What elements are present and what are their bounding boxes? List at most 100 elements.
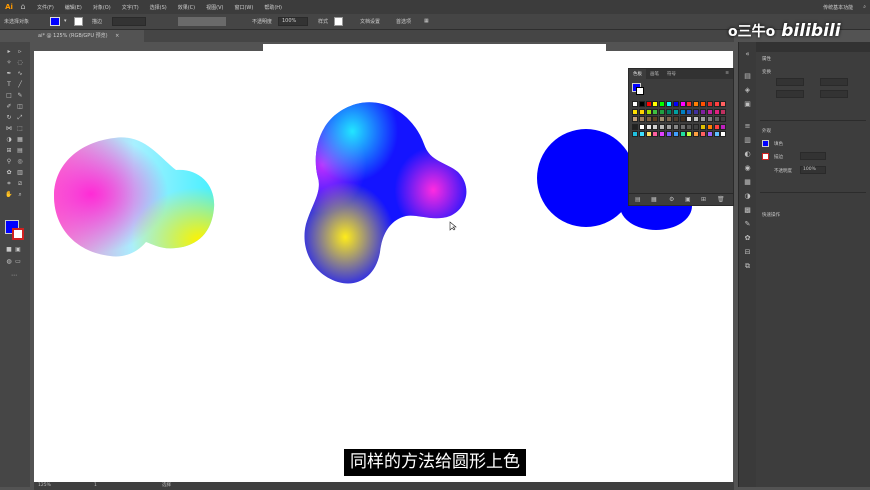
- swatch-cell[interactable]: [706, 108, 713, 115]
- tab-swatches[interactable]: 色板: [629, 69, 646, 79]
- tab-brushes[interactable]: 画笔: [646, 69, 663, 79]
- swatch-cell[interactable]: [645, 131, 652, 138]
- properties-icon[interactable]: ▤: [743, 72, 752, 81]
- shape-builder-icon[interactable]: ◑: [5, 136, 13, 143]
- swatch-cell[interactable]: [679, 101, 686, 107]
- menu-select[interactable]: 选择(S): [150, 4, 167, 11]
- swatch-cell[interactable]: [645, 116, 652, 123]
- swatch-cell[interactable]: [679, 116, 686, 123]
- show-kinds-icon[interactable]: ▦: [651, 196, 657, 203]
- swatch-cell[interactable]: [706, 101, 713, 107]
- swatch-cell[interactable]: [713, 131, 720, 138]
- menu-file[interactable]: 文件(F): [37, 4, 54, 11]
- swatch-cell[interactable]: [672, 123, 679, 130]
- swatch-cell[interactable]: [652, 108, 659, 115]
- workspace-switcher[interactable]: 传统基本功能: [823, 4, 853, 11]
- chevron-down-icon[interactable]: ▾: [64, 18, 67, 24]
- swatch-cell[interactable]: [659, 101, 666, 107]
- zoom-level[interactable]: 125%: [38, 482, 51, 490]
- swatch-cell[interactable]: [713, 108, 720, 115]
- appearance-icon[interactable]: ◉: [743, 164, 752, 173]
- align-icon[interactable]: ⊟: [743, 248, 752, 257]
- height-field[interactable]: [820, 90, 848, 98]
- swatch-cell[interactable]: [659, 116, 666, 123]
- width-tool-icon[interactable]: ⋈: [5, 125, 13, 132]
- zoom-tool-icon[interactable]: ⌕: [16, 191, 24, 198]
- perspective-grid-icon[interactable]: ▦: [16, 136, 24, 143]
- lasso-icon[interactable]: ◌: [16, 59, 24, 66]
- library-icon[interactable]: ▤: [635, 196, 641, 203]
- gradient-tool-icon[interactable]: ▤: [16, 147, 24, 154]
- libraries-icon[interactable]: ▣: [743, 100, 752, 109]
- swatch-cell[interactable]: [700, 123, 706, 130]
- swatch-cell[interactable]: [638, 101, 645, 107]
- stroke-swatch[interactable]: [74, 17, 83, 26]
- artboard-tool-icon[interactable]: ⌗: [5, 180, 13, 187]
- home-icon[interactable]: ⌂: [17, 1, 29, 13]
- blend-tool-icon[interactable]: ◎: [16, 158, 24, 165]
- props-stroke-swatch[interactable]: [762, 153, 769, 160]
- stroke-weight-field[interactable]: [112, 17, 146, 26]
- magic-wand-icon[interactable]: ✧: [5, 59, 13, 66]
- swatch-cell[interactable]: [652, 116, 659, 123]
- variable-width-profile[interactable]: [178, 17, 226, 26]
- width-field[interactable]: [820, 78, 848, 86]
- swatch-cell[interactable]: [659, 108, 666, 115]
- layers-icon[interactable]: ◈: [743, 86, 752, 95]
- new-swatch-icon[interactable]: ⊞: [701, 196, 706, 203]
- shaper-tool-icon[interactable]: ✐: [5, 103, 13, 110]
- screen-mode-icon[interactable]: ▭: [14, 258, 22, 265]
- eyedropper-icon[interactable]: ⚲: [5, 158, 13, 165]
- swatch-cell[interactable]: [700, 131, 706, 138]
- menu-window[interactable]: 窗口(W): [234, 4, 253, 11]
- graph-tool-icon[interactable]: ▥: [16, 169, 24, 176]
- brushes-icon[interactable]: ✎: [743, 220, 752, 229]
- slice-tool-icon[interactable]: ⧄: [16, 180, 24, 187]
- swatch-cell[interactable]: [713, 116, 720, 123]
- swatch-cell[interactable]: [632, 123, 638, 130]
- pen-tool-icon[interactable]: ✒: [5, 70, 13, 77]
- swatch-cell[interactable]: [720, 123, 727, 130]
- swatch-cell[interactable]: [693, 116, 700, 123]
- swatch-cell[interactable]: [632, 108, 638, 115]
- swatch-cell[interactable]: [686, 131, 693, 138]
- swatch-cell[interactable]: [693, 123, 700, 130]
- stroke-color-swatch[interactable]: [12, 228, 24, 240]
- tab-document[interactable]: ai* @ 125% (RGB/GPU 预览) ×: [34, 30, 144, 42]
- search-icon[interactable]: ⌕: [863, 4, 866, 10]
- props-stroke-weight-field[interactable]: [800, 152, 826, 160]
- menu-view[interactable]: 视图(V): [206, 4, 223, 11]
- fill-swatch[interactable]: [50, 17, 60, 26]
- direct-selection-tool-icon[interactable]: ▹: [16, 48, 24, 55]
- swatch-cell[interactable]: [638, 131, 645, 138]
- menu-type[interactable]: 文字(T): [122, 4, 139, 11]
- line-tool-icon[interactable]: ╱: [16, 81, 24, 88]
- swatch-cell[interactable]: [720, 131, 727, 138]
- panel-menu-icon[interactable]: ≡: [721, 69, 733, 79]
- menu-help[interactable]: 帮助(H): [264, 4, 282, 11]
- swatch-cell[interactable]: [645, 101, 652, 107]
- rectangle-tool-icon[interactable]: □: [5, 92, 13, 99]
- delete-swatch-icon[interactable]: 🗑: [717, 196, 725, 203]
- swatch-cell[interactable]: [706, 123, 713, 130]
- swatch-cell[interactable]: [686, 108, 693, 115]
- dock-collapse-icon[interactable]: «: [743, 50, 752, 59]
- swatch-cell[interactable]: [700, 108, 706, 115]
- swatch-cell[interactable]: [659, 131, 666, 138]
- swatch-cell[interactable]: [638, 108, 645, 115]
- color-mode-icon[interactable]: ■: [5, 246, 13, 253]
- swatch-cell[interactable]: [686, 123, 693, 130]
- mesh-tool-icon[interactable]: ⊞: [5, 147, 13, 154]
- hand-tool-icon[interactable]: ✋: [5, 191, 13, 198]
- stroke-panel-icon[interactable]: ≡: [743, 122, 752, 131]
- preferences-button[interactable]: 首选项: [396, 18, 411, 25]
- close-icon[interactable]: ×: [115, 33, 119, 39]
- y-field[interactable]: [776, 90, 804, 98]
- swatch-cell[interactable]: [693, 101, 700, 107]
- swatch-cell[interactable]: [706, 116, 713, 123]
- swatch-cell[interactable]: [666, 101, 672, 107]
- type-tool-icon[interactable]: T: [5, 81, 13, 88]
- color-panel-icon[interactable]: ◑: [743, 192, 752, 201]
- swatch-cell[interactable]: [713, 101, 720, 107]
- swatch-cell[interactable]: [720, 108, 727, 115]
